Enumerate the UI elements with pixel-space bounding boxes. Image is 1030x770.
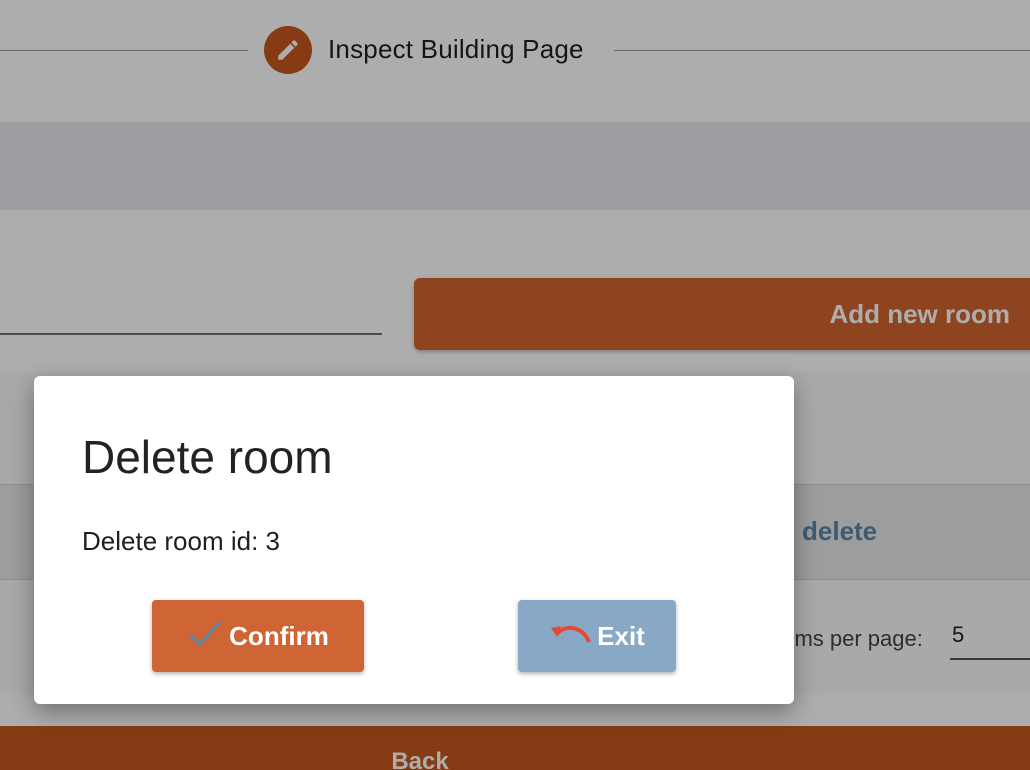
exit-label: Exit — [597, 620, 645, 651]
undo-arrow-icon — [549, 620, 593, 653]
confirm-label: Confirm — [229, 620, 329, 651]
dialog-message: Delete room id: 3 — [82, 526, 280, 556]
exit-button[interactable]: Exit — [518, 600, 676, 672]
inspect-building-page: Inspect Building Page Add new room delet… — [0, 0, 1030, 770]
delete-room-dialog: Delete room Delete room id: 3 Confirm Ex… — [34, 376, 794, 704]
confirm-button[interactable]: Confirm — [152, 600, 364, 672]
checkmark-icon — [187, 618, 223, 655]
dialog-title: Delete room — [82, 431, 333, 483]
